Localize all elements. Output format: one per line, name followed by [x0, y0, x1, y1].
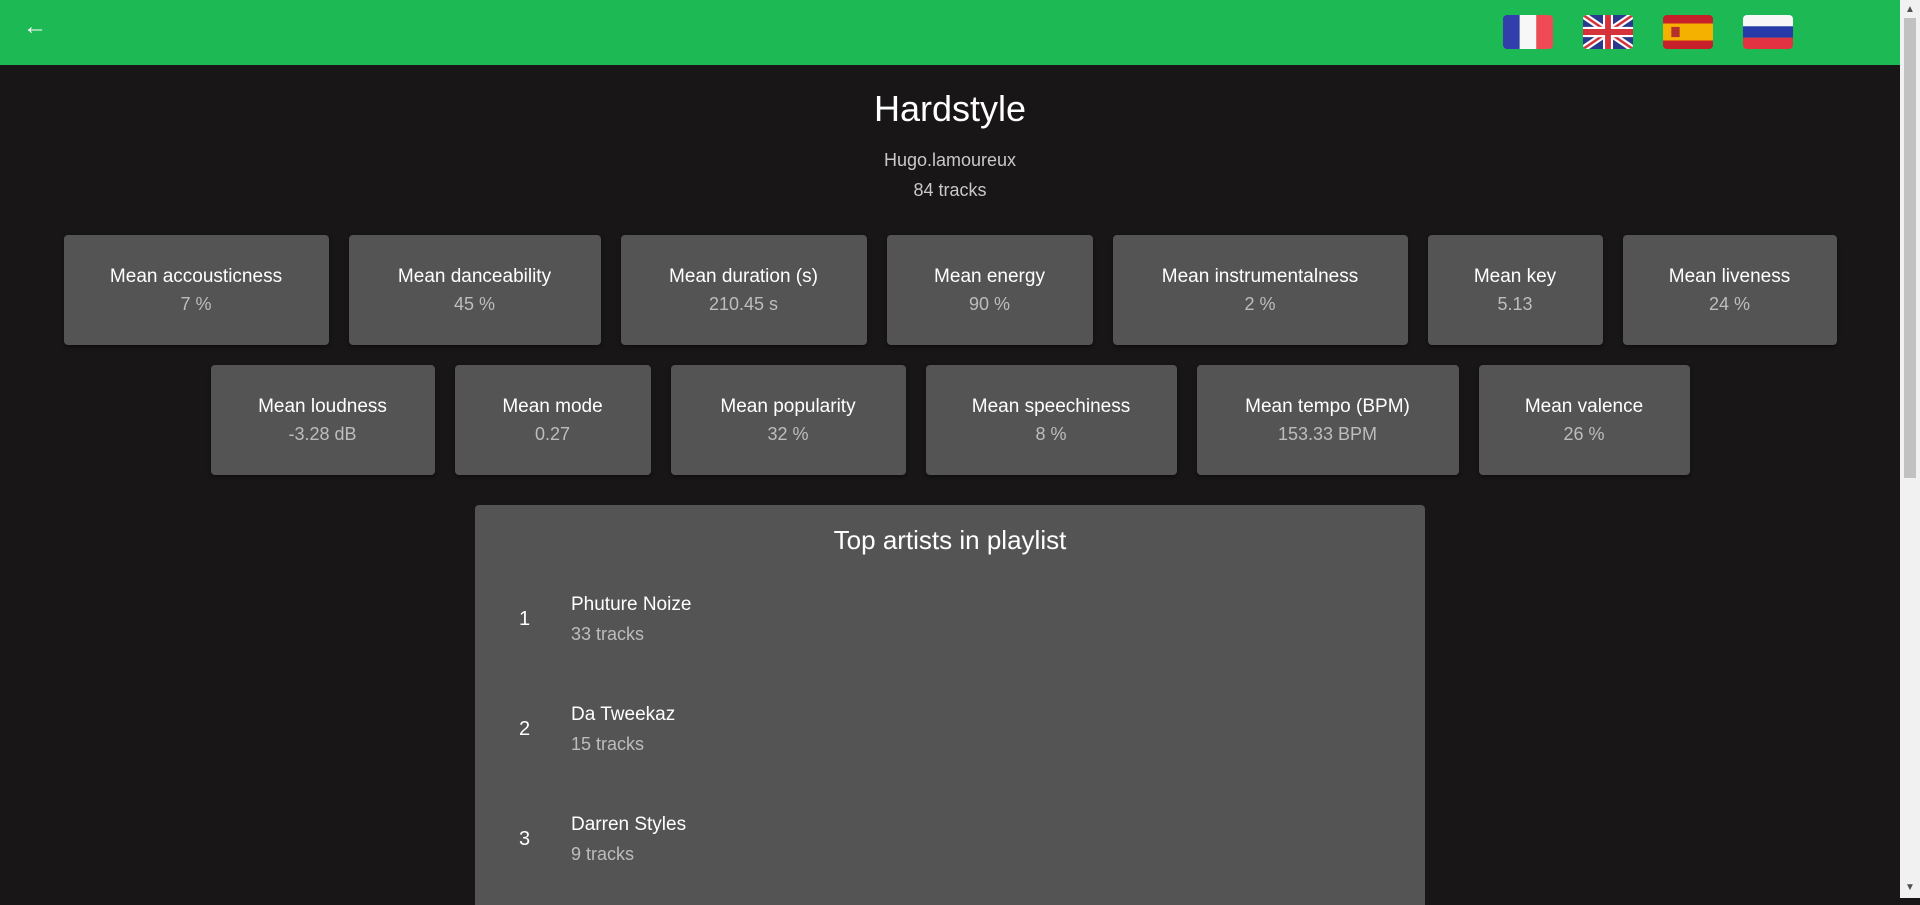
stat-label: Mean duration (s) [669, 265, 818, 287]
scroll-up-icon[interactable]: ▲ [1900, 2, 1920, 18]
stat-card-valence: Mean valence 26 % [1478, 365, 1690, 475]
list-item: 3 Darren Styles 9 tracks [475, 800, 1425, 880]
stat-value: 45 % [453, 293, 496, 314]
artist-track-count: 15 tracks [571, 734, 645, 754]
stat-label: Mean tempo (BPM) [1245, 395, 1410, 417]
scroll-thumb[interactable] [1904, 18, 1916, 478]
artist-track-count: 33 tracks [571, 624, 645, 644]
stat-value: 32 % [767, 423, 809, 444]
stats-row-1: Mean accousticness 7 % Mean danceability… [0, 235, 1900, 345]
arrow-left-icon: ← [23, 13, 47, 40]
spanish-flag-icon[interactable] [1663, 15, 1713, 49]
stat-card-instrumentalness: Mean instrumentalness 2 % [1112, 235, 1408, 345]
top-app-bar: ← [0, 0, 1900, 65]
stat-value: 24 % [1708, 293, 1751, 314]
artist-rank: 3 [519, 828, 531, 850]
stat-label: Mean instrumentalness [1161, 265, 1359, 287]
uk-flag-icon[interactable] [1583, 15, 1633, 49]
stat-label: Mean key [1473, 265, 1557, 287]
french-flag-icon[interactable] [1503, 15, 1553, 49]
stat-value: 210.45 s [708, 293, 779, 314]
stat-card-loudness: Mean loudness -3.28 dB [210, 365, 435, 475]
artist-rank: 1 [519, 608, 531, 630]
stat-value: 5.13 [1497, 293, 1533, 314]
list-item: 1 Phuture Noize 33 tracks [475, 580, 1425, 660]
stat-card-accousticness: Mean accousticness 7 % [63, 235, 329, 345]
language-selector [1503, 15, 1793, 49]
stat-value: 153.33 BPM [1277, 423, 1378, 444]
stats-row-2: Mean loudness -3.28 dB Mean mode 0.27 Me… [0, 365, 1900, 475]
stat-card-energy: Mean energy 90 % [886, 235, 1093, 345]
artist-rank: 2 [519, 718, 531, 740]
artist-name: Da Tweekaz [571, 704, 676, 725]
artist-track-count: 9 tracks [571, 844, 635, 864]
stat-value: -3.28 dB [288, 423, 357, 444]
artist-name: Darren Styles [571, 814, 687, 835]
stat-card-liveness: Mean liveness 24 % [1622, 235, 1837, 345]
artist-name: Phuture Noize [571, 594, 692, 615]
stat-value: 8 % [1035, 423, 1067, 444]
back-button[interactable]: ← [20, 12, 50, 42]
stat-value: 2 % [1244, 293, 1276, 314]
stat-label: Mean danceability [397, 265, 552, 287]
stat-label: Mean accousticness [109, 265, 283, 287]
list-item: 2 Da Tweekaz 15 tracks [475, 690, 1425, 770]
playlist-track-count: 84 tracks [913, 180, 987, 200]
stat-label: Mean popularity [720, 395, 856, 417]
stat-value: 7 % [180, 293, 212, 314]
stat-label: Mean valence [1524, 395, 1644, 417]
top-artists-panel: Top artists in playlist 1 Phuture Noize … [475, 505, 1425, 905]
stat-label: Mean loudness [258, 395, 387, 417]
playlist-owner: Hugo.lamoureux [883, 150, 1017, 170]
stat-card-danceability: Mean danceability 45 % [348, 235, 601, 345]
stat-label: Mean mode [502, 395, 603, 417]
stat-card-duration: Mean duration (s) 210.45 s [620, 235, 867, 345]
stat-label: Mean liveness [1668, 265, 1791, 287]
stat-label: Mean energy [934, 265, 1045, 287]
stat-card-tempo: Mean tempo (BPM) 153.33 BPM [1196, 365, 1459, 475]
scroll-down-icon[interactable]: ▼ [1900, 880, 1920, 896]
stat-card-key: Mean key 5.13 [1427, 235, 1603, 345]
stat-card-speechiness: Mean speechiness 8 % [925, 365, 1177, 475]
vertical-scrollbar[interactable]: ▲ ▼ [1900, 0, 1920, 898]
stat-value: 90 % [968, 293, 1011, 314]
stat-value: 0.27 [534, 423, 571, 444]
stat-label: Mean speechiness [971, 395, 1131, 417]
stat-card-popularity: Mean popularity 32 % [670, 365, 906, 475]
playlist-stats-page: Hardstyle Hugo.lamoureux 84 tracks Mean … [0, 65, 1900, 905]
stat-value: 26 % [1563, 423, 1605, 444]
stat-card-mode: Mean mode 0.27 [454, 365, 651, 475]
top-artists-title: Top artists in playlist [833, 525, 1067, 555]
russian-flag-icon[interactable] [1743, 15, 1793, 49]
playlist-title: Hardstyle [873, 88, 1027, 129]
